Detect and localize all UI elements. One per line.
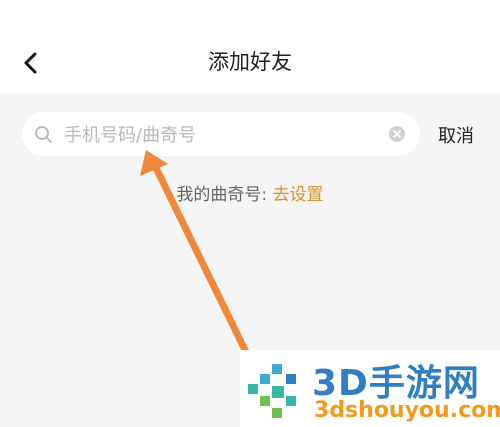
site-logo-icon [248,364,296,418]
clear-icon[interactable] [388,125,406,143]
search-bar: 取消 [0,93,500,173]
set-id-link[interactable]: 去设置 [273,185,324,205]
header: 添加好友 [0,0,500,93]
page-title: 添加好友 [208,50,292,74]
cancel-button[interactable]: 取消 [438,122,474,148]
my-id-row: 我的曲奇号: 去设置 [0,180,500,205]
search-icon [35,126,52,143]
my-id-label: 我的曲奇号: [176,185,273,205]
search-input[interactable] [62,112,396,158]
watermark: 3D手游网 3dshouyou.com [240,350,500,427]
watermark-url: 3dshouyou.com [314,398,500,423]
search-box[interactable] [22,112,420,158]
